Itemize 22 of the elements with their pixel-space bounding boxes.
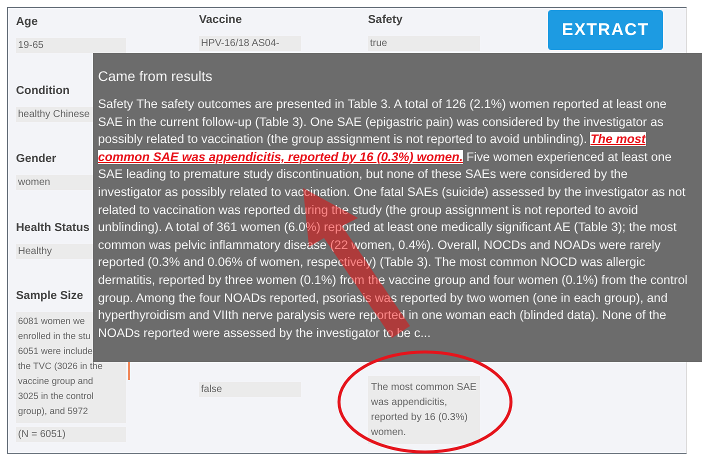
field-label: Sample Size <box>16 290 84 302</box>
field-label: Safety <box>368 14 403 26</box>
popup-title: Came from results <box>98 68 214 84</box>
value-text-line: the TVC (3026 in the <box>18 360 103 373</box>
field-label: Vaccine <box>199 14 242 26</box>
value-cell: HPV-16/18 AS04- <box>199 36 301 51</box>
field-label: Health Status <box>16 222 90 234</box>
field-label: Age <box>16 16 38 28</box>
field-label: Condition <box>16 84 70 96</box>
value-text-line: vaccine group and <box>18 375 94 388</box>
value-cell: The most common SAE was appendicitis, reported by 16 (0.3%) women. <box>368 376 480 444</box>
value-cell: 19-65 <box>16 38 126 53</box>
value-text-line: enrolled in the stu <box>18 330 91 343</box>
value-cell: true <box>368 36 480 51</box>
extract-button[interactable]: EXTRACT <box>548 10 663 50</box>
value-text-line: 6081 women we <box>18 315 85 328</box>
value-text-line: 3025 in the control <box>18 390 94 403</box>
value-cell: (N = 6051) <box>16 427 126 442</box>
field-label: Gender <box>16 153 56 165</box>
value-text-line: 6051 were include <box>18 345 93 358</box>
value-text-line: group), and 5972 <box>18 405 88 418</box>
value-cell: false <box>199 382 301 396</box>
